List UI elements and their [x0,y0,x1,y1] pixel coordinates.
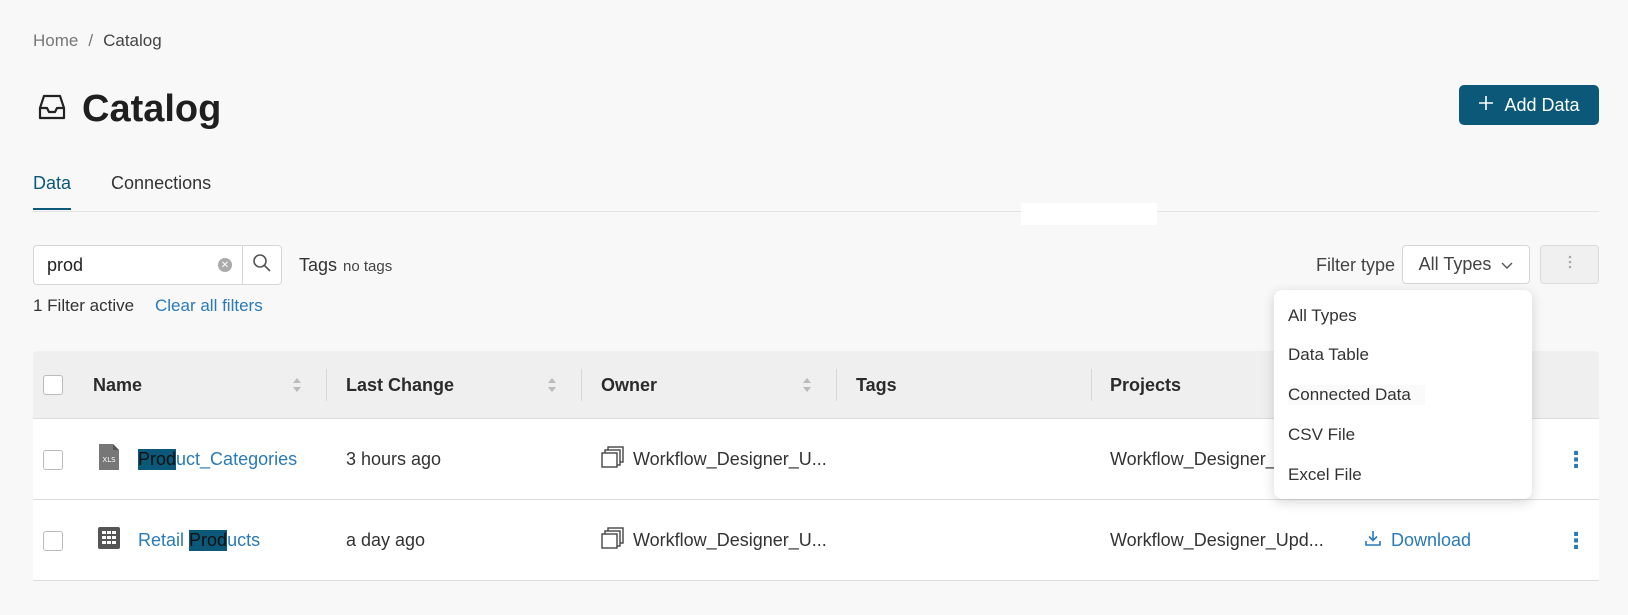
breadcrumb-home[interactable]: Home [33,31,78,51]
breadcrumb: Home / Catalog [33,31,162,51]
sort-icon[interactable] [801,376,813,394]
column-tags: Tags [856,374,897,395]
last-change-cell: a day ago [346,530,426,550]
option-all-types[interactable]: All Types [1288,306,1357,326]
column-projects: Projects [1110,374,1182,395]
option-data-table[interactable]: Data Table [1288,345,1369,365]
add-data-label: Add Data [1504,94,1580,115]
kebab-icon [1568,255,1572,274]
clear-search-icon[interactable]: ✕ [218,258,232,272]
download-icon [1365,530,1381,551]
option-csv-file[interactable]: CSV File [1288,425,1355,445]
copy-stack-icon [601,446,625,473]
chevron-down-icon [1501,254,1513,275]
clear-all-filters-link[interactable]: Clear all filters [155,296,263,316]
column-name[interactable]: Name [93,351,142,419]
search-icon [252,253,272,278]
owner-cell: Workflow_Designer_U... [601,500,827,581]
blank-area [1021,203,1157,225]
project-cell: Workflow_Designer_Upd... [1110,530,1324,550]
select-all-checkbox[interactable] [43,375,63,395]
download-button[interactable]: Download [1365,500,1471,581]
tags-label: Tags [299,255,338,275]
svg-text:XLS: XLS [102,456,116,464]
column-last-change[interactable]: Last Change [346,351,454,419]
plus-icon [1478,95,1494,116]
xls-file-icon: XLS [97,443,121,476]
last-change-cell: 3 hours ago [346,449,442,469]
filter-type-select[interactable]: All Types [1402,245,1530,284]
data-name-link[interactable]: Prod uct_Categories [138,419,297,500]
tab-bar: Data Connections [33,173,211,210]
page-header: Catalog [36,88,221,131]
copy-stack-icon [601,527,625,554]
option-excel-file[interactable]: Excel File [1288,465,1362,485]
filter-active-text: 1 Filter active [33,296,135,315]
column-owner[interactable]: Owner [601,351,657,419]
row-checkbox[interactable] [43,449,63,470]
tab-connections[interactable]: Connections [111,173,211,210]
search-button[interactable] [242,245,282,285]
filter-type-label: Filter type [1316,255,1396,275]
option-connected-data[interactable]: Connected Data [1288,385,1425,405]
filter-type-value: All Types [1418,254,1492,274]
tab-data[interactable]: Data [33,173,72,210]
more-options-button[interactable] [1540,245,1599,284]
add-data-button[interactable]: Add Data [1459,85,1599,125]
row-menu-icon[interactable]: ⋮ [1565,500,1587,581]
tabs-divider [33,211,1599,212]
sort-icon[interactable] [291,376,303,394]
filter-type-dropdown: All Types Data Table Connected Data CSV … [1274,290,1532,499]
table-row: Retail Prod ucts a day ago Workflow_Desig… [33,500,1599,581]
project-cell: Workflow_Designer_ [1110,449,1276,469]
row-checkbox[interactable] [43,530,63,551]
breadcrumb-current: Catalog [103,31,162,50]
row-menu-icon[interactable]: ⋮ [1565,419,1587,500]
inbox-icon [36,91,68,128]
breadcrumb-separator: / [88,31,94,50]
owner-cell: Workflow_Designer_U... [601,419,827,500]
search-input[interactable] [47,254,207,276]
sort-icon[interactable] [546,376,558,394]
search-field: ✕ [33,245,243,285]
table-grid-icon [97,526,121,555]
page-title: Catalog [82,88,222,130]
tags-value[interactable]: no tags [343,258,392,275]
data-name-link[interactable]: Retail Prod ucts [138,500,260,581]
